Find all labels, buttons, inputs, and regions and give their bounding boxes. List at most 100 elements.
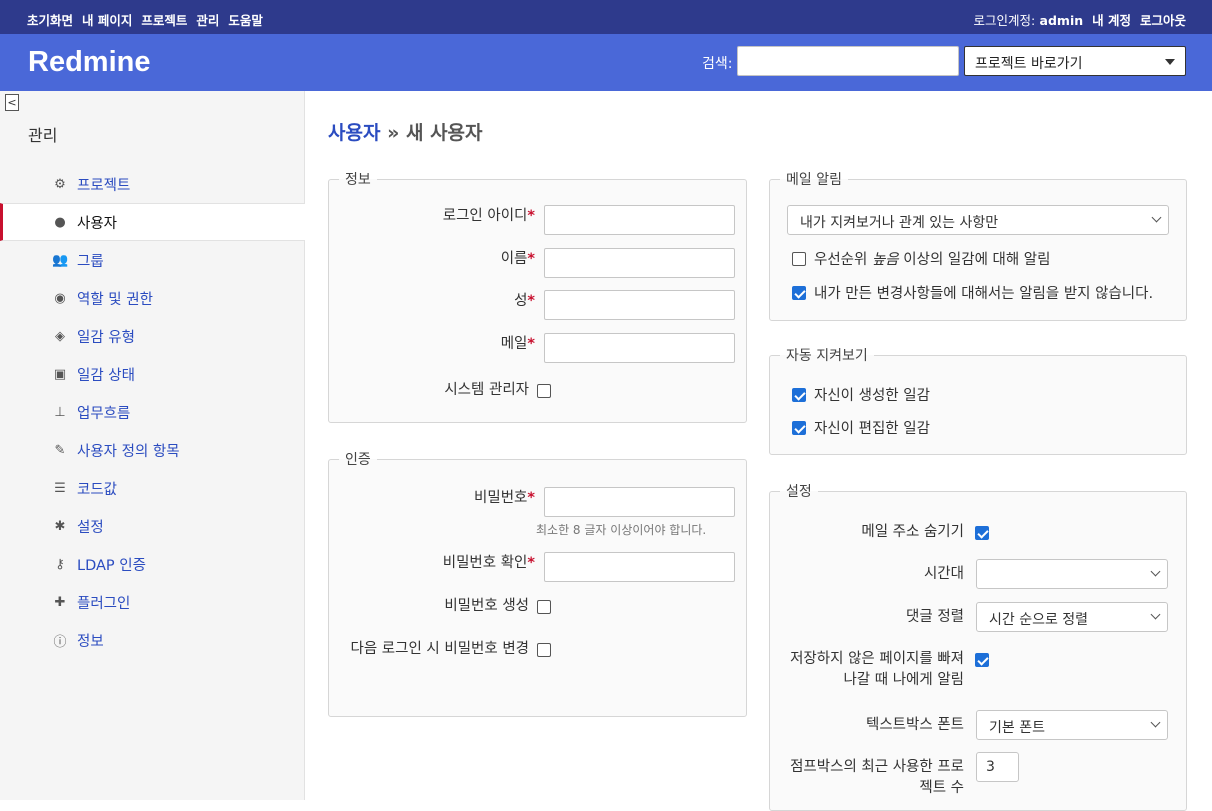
sidebar-item-label: 업무흐름 [77, 405, 131, 422]
admin-menu: ⚙ 프로젝트 ● 사용자 👥 그룹 ◉ 역할 및 권한 ◈ 일감 유형 ▣ 일감 상태 ⊥ 업무흐름 ✎ 사용… [0, 165, 305, 659]
textarea-font-select[interactable]: 기본 폰트 [976, 710, 1168, 740]
search-input[interactable] [737, 46, 959, 76]
breadcrumb-users-link[interactable]: 사용자 [328, 122, 380, 144]
generate-password-checkbox[interactable] [537, 600, 551, 614]
sidebar-item-label: 역할 및 권한 [77, 291, 153, 308]
autowatch-legend: 자동 지켜보기 [786, 348, 868, 364]
password-hint: 최소한 8 글자 이상이어야 합니다. [536, 523, 707, 537]
sidebar-collapse-button[interactable]: < [5, 94, 19, 111]
notify-high-priority-checkbox[interactable] [792, 251, 806, 266]
mail-label: 메일* [500, 336, 535, 352]
autowatch-edited-label: 자신이 편집한 일감 [814, 421, 930, 437]
workflow-icon: ⊥ [54, 404, 66, 420]
no-self-notified-label: 내가 만든 변경사항들에 대해서는 알림을 받지 않습니다. [814, 286, 1154, 302]
lastname-label: 성* [514, 293, 535, 309]
sidebar-item-gear[interactable]: ✱ 설정 [28, 507, 305, 545]
app-logo[interactable]: Redmine [28, 46, 150, 79]
sidebar-item-user[interactable]: ● 사용자 [0, 203, 305, 241]
auth-legend: 인증 [345, 452, 371, 468]
sidebar-item-key[interactable]: ⚷ LDAP 인증 [28, 545, 305, 583]
mail-notification-select[interactable]: 내가 지켜보거나 관계 있는 사항만 [787, 205, 1169, 235]
logout-link[interactable]: 로그아웃 [1140, 10, 1186, 29]
sidebar-item-label: 일감 유형 [77, 329, 135, 346]
header: Redmine 검색: 프로젝트 바로가기 [0, 34, 1212, 91]
generate-password-label: 비밀번호 생성 [444, 598, 529, 614]
sidebar-item-label: 코드값 [77, 481, 118, 498]
login-label: 로그인 아이디* [442, 208, 535, 224]
chevron-down-icon [1150, 717, 1161, 728]
recent-projects-value: 3 [986, 759, 995, 775]
sidebar-item-eye[interactable]: ◉ 역할 및 권한 [28, 279, 305, 317]
project-jump-label: 프로젝트 바로가기 [975, 56, 1083, 72]
user-icon: ● [54, 214, 66, 230]
comments-sorting-select[interactable]: 시간 순으로 정렬 [976, 602, 1168, 632]
edit-square-icon: ▣ [53, 366, 67, 382]
gear-icon: ✱ [54, 518, 66, 534]
search-label: 검색: [702, 56, 733, 72]
no-self-notified-checkbox[interactable] [792, 285, 806, 300]
breadcrumb-current: 새 사용자 [405, 122, 483, 144]
sidebar-item-tag[interactable]: ◈ 일감 유형 [28, 317, 305, 355]
sidebar-item-pencil-square[interactable]: ✎ 사용자 정의 항목 [28, 431, 305, 469]
projects-icon: ⚙ [54, 176, 66, 192]
lastname-input[interactable] [544, 290, 735, 320]
must-change-password-label: 다음 로그인 시 비밀번호 변경 [350, 641, 529, 657]
firstname-input[interactable] [544, 248, 735, 278]
firstname-label: 이름* [500, 251, 535, 267]
top-link-projects[interactable]: 프로젝트 [141, 10, 187, 29]
preferences-legend: 설정 [786, 484, 812, 500]
sidebar-title: 관리 [28, 126, 58, 145]
warn-unsaved-checkbox[interactable] [975, 653, 989, 667]
key-icon: ⚷ [55, 556, 65, 572]
sidebar-item-group[interactable]: 👥 그룹 [28, 241, 305, 279]
timezone-select[interactable] [976, 559, 1168, 589]
sidebar: < 관리 ⚙ 프로젝트 ● 사용자 👥 그룹 ◉ 역할 및 권한 ◈ 일감 유형 ▣ 일감 상태 ⊥ 업무… [0, 91, 305, 800]
sidebar-item-list[interactable]: ☰ 코드값 [28, 469, 305, 507]
top-link-admin[interactable]: 관리 [196, 10, 219, 29]
group-icon: 👥 [52, 252, 69, 268]
project-jump-select[interactable]: 프로젝트 바로가기 [964, 46, 1186, 76]
info-icon: ⓘ [53, 634, 67, 650]
breadcrumb-separator: » [380, 122, 406, 144]
sidebar-item-label: LDAP 인증 [77, 557, 146, 574]
eye-icon: ◉ [54, 290, 66, 306]
must-change-password-checkbox[interactable] [537, 643, 551, 657]
logged-user-link[interactable]: admin [1040, 13, 1084, 28]
hide-mail-label: 메일 주소 숨기기 [861, 524, 964, 540]
sidebar-item-edit-square[interactable]: ▣ 일감 상태 [28, 355, 305, 393]
sidebar-item-workflow[interactable]: ⊥ 업무흐름 [28, 393, 305, 431]
sidebar-item-label: 정보 [77, 633, 104, 650]
password-input[interactable] [544, 487, 735, 517]
tag-icon: ◈ [55, 328, 65, 344]
sidebar-item-puzzle[interactable]: ✚ 플러그인 [28, 583, 305, 621]
sidebar-item-label: 프로젝트 [77, 177, 131, 194]
logged-as-label: 로그인계정: [973, 13, 1036, 28]
mail-input[interactable] [544, 333, 735, 363]
password-confirm-input[interactable] [544, 552, 735, 582]
puzzle-icon: ✚ [54, 594, 66, 610]
password-confirm-label: 비밀번호 확인* [442, 555, 535, 571]
admin-checkbox[interactable] [537, 384, 551, 398]
hide-mail-checkbox[interactable] [975, 526, 989, 540]
top-menu-bar: 초기화면 내 페이지 프로젝트 관리 도움말 로그인계정: admin 내 계정… [0, 0, 1212, 34]
autowatch-created-checkbox[interactable] [792, 387, 806, 402]
top-link-help[interactable]: 도움말 [228, 10, 263, 29]
mail-notification-legend: 메일 알림 [786, 172, 842, 188]
page-title: 사용자 » 새 사용자 [328, 118, 483, 145]
login-input[interactable] [544, 205, 735, 235]
my-account-link[interactable]: 내 계정 [1092, 10, 1131, 29]
autowatch-edited-checkbox[interactable] [792, 420, 806, 435]
recent-projects-input[interactable]: 3 [976, 752, 1019, 782]
sidebar-item-label: 일감 상태 [77, 367, 135, 384]
top-link-home[interactable]: 초기화면 [27, 10, 73, 29]
info-legend: 정보 [345, 172, 371, 188]
autowatch-created-label: 자신이 생성한 일감 [814, 388, 930, 404]
textarea-font-label: 텍스트박스 폰트 [866, 717, 964, 733]
top-link-my-page[interactable]: 내 페이지 [82, 10, 132, 29]
sidebar-item-projects[interactable]: ⚙ 프로젝트 [28, 165, 305, 203]
comments-sorting-value: 시간 순으로 정렬 [989, 612, 1089, 628]
list-icon: ☰ [54, 480, 66, 496]
sidebar-item-info[interactable]: ⓘ 정보 [28, 621, 305, 659]
caret-down-icon [1165, 59, 1175, 65]
warn-unsaved-label: 저장하지 않은 페이지를 빠져 나갈 때 나에게 알림 [790, 651, 964, 688]
